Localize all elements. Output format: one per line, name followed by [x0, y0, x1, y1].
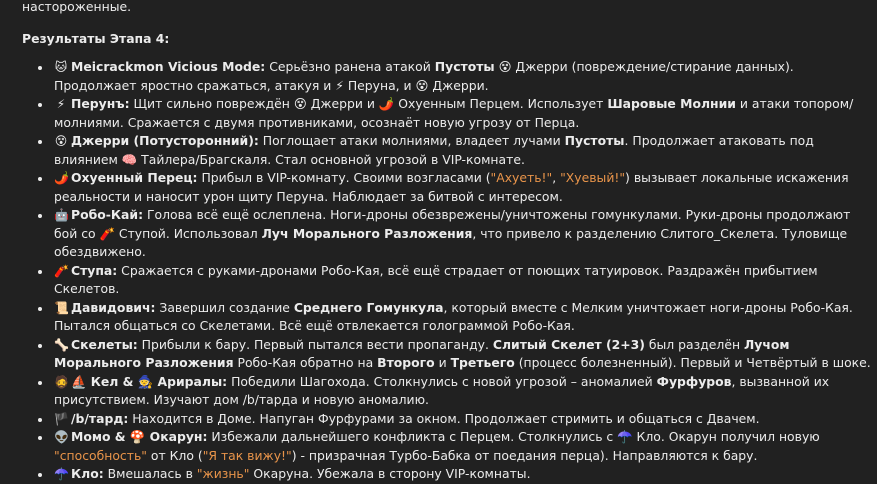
list-item: 🏴/b/тард: Находится в Доме. Напуган Фурф…: [36, 410, 877, 429]
body-text: Робо-Кая обратно на: [233, 355, 378, 370]
quote-text: "Хуевый!": [560, 170, 626, 185]
list-item: 🧔 ⛵ Кел & 🧙 Ариралы: Победили Шагохода. С…: [36, 373, 877, 410]
bold-text: Шаровые Молнии: [607, 96, 736, 111]
list-item: 😵 Джерри (Потусторонний): Поглощает атаки…: [36, 132, 877, 169]
bold-text: Охуенный Перец:: [71, 170, 198, 185]
bold-text: Слитый Скелет (2+3): [492, 336, 645, 352]
bold-text: Скелеты:: [71, 336, 138, 352]
body-text: ) - призрачная Турбо-Бабка от поедания п…: [291, 447, 758, 463]
bold-text: Среднего Гомункула: [293, 299, 444, 315]
character-icon: ☂️: [54, 467, 69, 481]
character-icon: 🧔: [54, 374, 69, 389]
body-text: Сражается с руками-дронами Робо-Кая, всё…: [54, 262, 818, 297]
quote-text: "способность": [54, 447, 147, 463]
body-text: (процесс болезненный). Первый и Четвёрты…: [514, 355, 871, 370]
chat-message: настороженные. Результаты Этапа 4: 🐱 Meic…: [0, 0, 877, 484]
body-text: Серьёзно ранена атакой: [265, 59, 435, 74]
character-icon: 😵: [54, 134, 68, 148]
body-text: Находится в Доме. Напуган Фурфурами за о…: [128, 410, 760, 426]
list-item: 🌶️ Охуенный Перец: Прибыл в VIP-комнату. …: [36, 169, 877, 206]
bold-text: Ступа:: [71, 262, 118, 278]
body-text: Поглощает атаки молниями, владеет лучами: [258, 133, 565, 148]
character-icon: 🌶️: [54, 171, 69, 185]
body-text: Завершил создание: [155, 299, 294, 315]
bold-text: Робо-Кай:: [71, 207, 144, 222]
results-list: 🐱 Meicrackmon Vicious Mode: Серьёзно ране…: [22, 58, 877, 484]
body-text: ,: [552, 170, 561, 185]
bold-text: Джерри (Потусторонний):: [71, 133, 259, 148]
character-icon: 🏴: [54, 411, 69, 426]
bold-text: Момо & 🍄 Окарун:: [71, 429, 208, 444]
body-text: Избежали дальнейшего конфликта с Перцем.…: [207, 429, 820, 444]
list-item: 🧨 Ступа: Сражается с руками-дронами Робо-…: [36, 262, 877, 299]
body-text: Победили Шагохода. Столкнулись с новой у…: [227, 373, 657, 389]
body-text: был разделён: [644, 336, 744, 352]
bold-text: Третьего: [450, 355, 515, 370]
bold-text: Пустоты: [564, 133, 625, 148]
quote-text: "жизнь": [196, 466, 250, 481]
bold-text: Meicrackmon Vicious Mode:: [71, 59, 266, 74]
bold-text: Фурфуров: [656, 373, 732, 389]
bold-text: ⛵ Кел &: [71, 373, 138, 389]
character-icon: 🧨: [54, 263, 69, 278]
body-text: Щит сильно повреждён 😵 Джерри и 🌶️ Охуен…: [129, 96, 608, 111]
section-heading: Результаты Этапа 4:: [22, 30, 170, 46]
body-text: Прибыли к бару. Первый пытался вести про…: [137, 336, 493, 352]
body-text: от Кло (: [146, 447, 203, 463]
list-item: ☂️ Кло: Вмешалась в "жизнь" Окаруна. Убеж…: [36, 465, 877, 484]
body-text: Вмешалась в: [103, 466, 197, 481]
list-item: 👽 Момо & 🍄 Окарун: Избежали дальнейшего к…: [36, 428, 877, 465]
character-icon: ⚡: [56, 97, 66, 111]
list-item: 🤖 Робо-Кай: Голова всё ещё ослеплена. Ног…: [36, 206, 877, 262]
quote-text: "Ахуеть!": [490, 170, 553, 185]
message-fragment: настороженные.: [22, 0, 132, 14]
list-item: 🦴 Скелеты: Прибыли к бару. Первый пытался…: [36, 336, 877, 373]
bold-text: Давидович:: [71, 299, 156, 315]
list-item: 📜 Давидович: Завершил создание Среднего Г…: [36, 299, 877, 336]
bold-text: Второго: [377, 355, 435, 370]
bold-text: Луч Морального Разложения: [261, 225, 473, 241]
body-text: и: [434, 355, 451, 370]
bold-text: Кло:: [71, 466, 104, 481]
body-text: Прибыл в VIP-комнату. Своими возгласами …: [197, 170, 491, 185]
body-text: Окаруна. Убежала в сторону VIP-комнаты.: [249, 466, 531, 481]
bold-text: Перунъ:: [71, 96, 130, 111]
character-icon: 🐱: [54, 60, 68, 74]
character-icon: 🦴: [54, 337, 69, 352]
bold-text: 🧙 Ариралы:: [137, 373, 228, 389]
list-item: 🐱 Meicrackmon Vicious Mode: Серьёзно ране…: [36, 58, 877, 95]
quote-text: "Я так вижу!": [202, 447, 292, 463]
bold-text: /b/тард:: [71, 410, 129, 426]
character-icon: 📜: [54, 300, 69, 315]
character-icon: 🤖: [54, 208, 69, 222]
list-item: ⚡ Перунъ: Щит сильно повреждён 😵 Джерри и…: [36, 95, 877, 132]
bold-text: Пустоты: [434, 59, 495, 74]
